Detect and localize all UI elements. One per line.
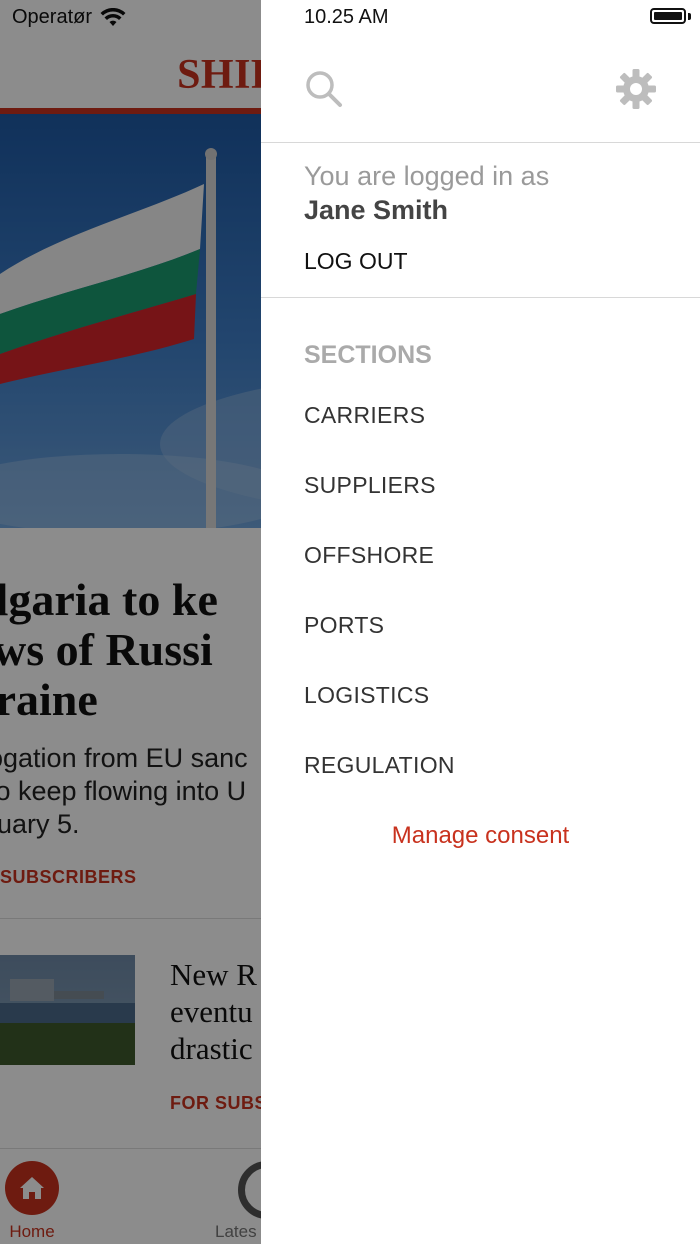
user-name: Jane Smith bbox=[304, 195, 449, 225]
section-item-ports[interactable]: PORTS bbox=[304, 612, 384, 639]
drawer-divider bbox=[261, 297, 700, 298]
sections-heading: SECTIONS bbox=[304, 341, 432, 369]
section-item-suppliers[interactable]: SUPPLIERS bbox=[304, 472, 436, 499]
gear-icon bbox=[616, 69, 656, 109]
battery-level bbox=[654, 12, 682, 20]
navigation-drawer: 10.25 AM You are logged in as Jane Smith… bbox=[261, 0, 700, 1244]
battery-icon bbox=[650, 8, 686, 24]
settings-button[interactable] bbox=[613, 66, 659, 112]
logout-button[interactable]: LOG OUT bbox=[304, 248, 408, 275]
section-item-regulation[interactable]: REGULATION bbox=[304, 752, 455, 779]
search-icon bbox=[306, 71, 342, 107]
drawer-divider bbox=[261, 142, 700, 143]
section-item-carriers[interactable]: CARRIERS bbox=[304, 402, 425, 429]
logged-in-label: You are logged in as bbox=[304, 161, 550, 191]
battery-cap bbox=[688, 13, 691, 20]
manage-consent-link[interactable]: Manage consent bbox=[261, 822, 700, 850]
search-button[interactable] bbox=[301, 66, 347, 112]
section-item-offshore[interactable]: OFFSHORE bbox=[304, 542, 434, 569]
section-item-logistics[interactable]: LOGISTICS bbox=[304, 682, 429, 709]
status-time: 10.25 AM bbox=[304, 6, 389, 28]
